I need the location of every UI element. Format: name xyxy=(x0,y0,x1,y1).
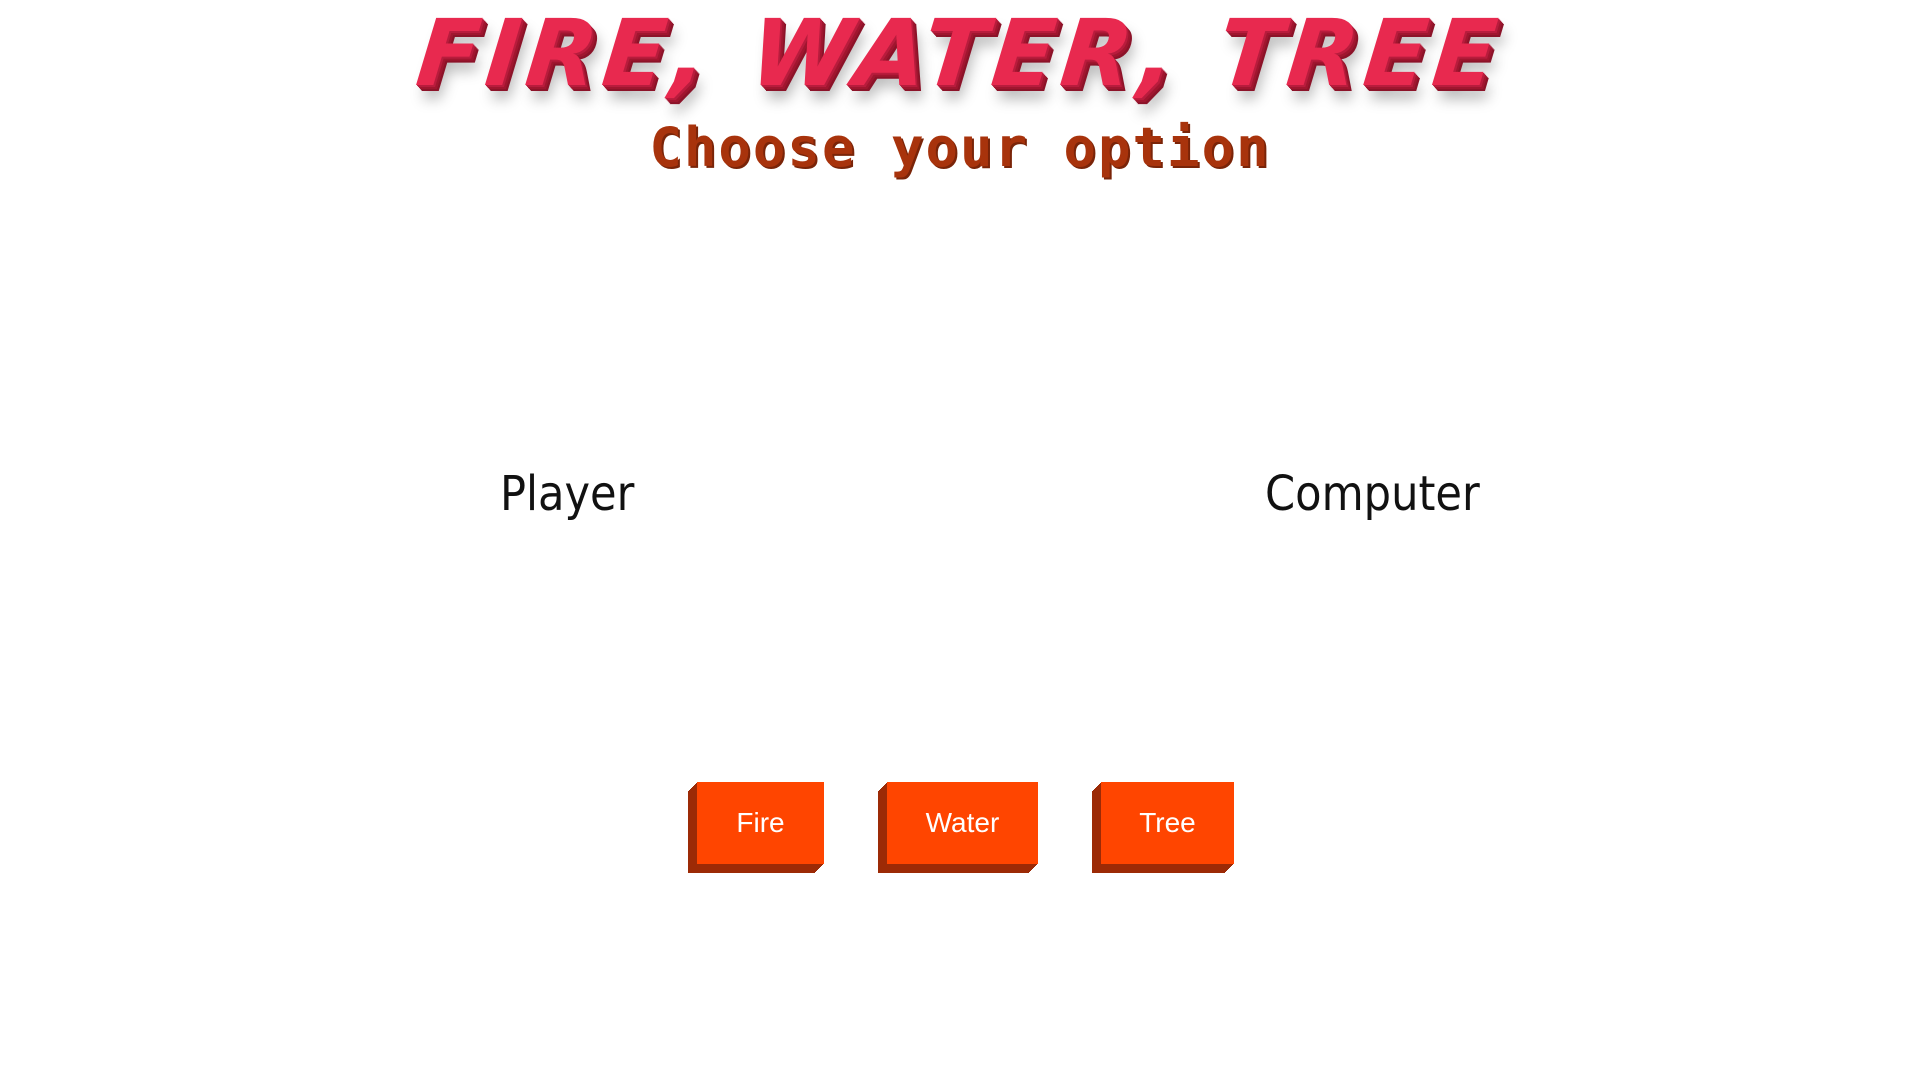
subtitle: Choose your option xyxy=(649,116,1271,179)
water-button[interactable]: Water xyxy=(887,782,1038,864)
game-title: FIRE, WATER, TREE xyxy=(411,0,1508,107)
player-label: Player xyxy=(500,466,635,522)
choice-buttons: Fire Water Tree xyxy=(0,782,1920,882)
fire-button[interactable]: Fire xyxy=(697,782,824,864)
computer-label: Computer xyxy=(1265,466,1480,522)
tree-button[interactable]: Tree xyxy=(1101,782,1234,864)
